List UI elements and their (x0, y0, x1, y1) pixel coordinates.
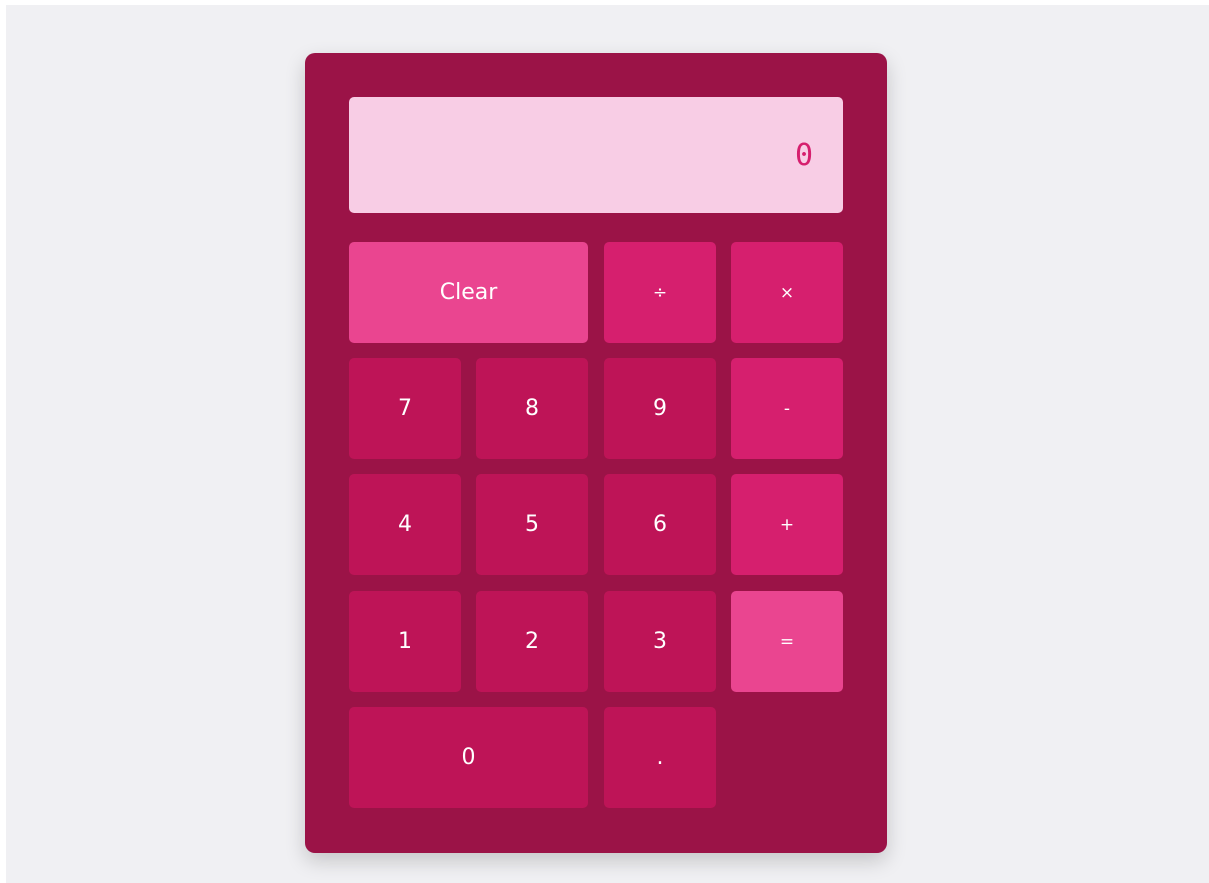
nine-button[interactable]: 9 (604, 358, 716, 459)
calculator-display: 0 (349, 97, 843, 213)
equals-button[interactable]: = (731, 591, 843, 692)
four-button[interactable]: 4 (349, 474, 461, 575)
zero-button[interactable]: 0 (349, 707, 588, 808)
multiply-button[interactable]: × (731, 242, 843, 343)
eight-button[interactable]: 8 (476, 358, 588, 459)
two-button[interactable]: 2 (476, 591, 588, 692)
one-button[interactable]: 1 (349, 591, 461, 692)
divide-button[interactable]: ÷ (604, 242, 716, 343)
seven-button[interactable]: 7 (349, 358, 461, 459)
six-button[interactable]: 6 (604, 474, 716, 575)
display-value: 0 (794, 137, 813, 173)
clear-button[interactable]: Clear (349, 242, 588, 343)
three-button[interactable]: 3 (604, 591, 716, 692)
plus-button[interactable]: + (731, 474, 843, 575)
five-button[interactable]: 5 (476, 474, 588, 575)
minus-button[interactable]: - (731, 358, 843, 459)
calculator: 0 Clear ÷ × 7 8 9 - 4 5 6 + 1 2 3 = 0 . (305, 53, 887, 853)
decimal-button[interactable]: . (604, 707, 716, 808)
page-background: 0 Clear ÷ × 7 8 9 - 4 5 6 + 1 2 3 = 0 . (6, 5, 1209, 883)
